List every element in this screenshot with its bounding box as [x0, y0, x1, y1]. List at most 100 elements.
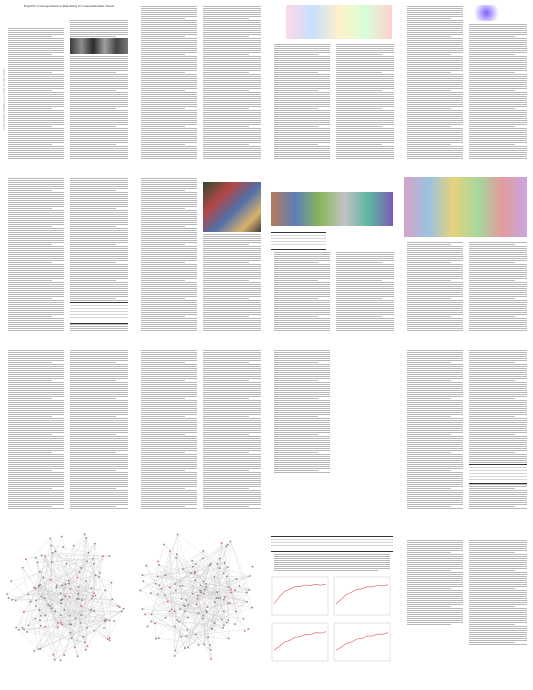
- text-line: [407, 120, 463, 121]
- text-line: [469, 300, 527, 301]
- text-line: [70, 224, 128, 225]
- text-line: [274, 452, 318, 453]
- text-line: [141, 134, 197, 135]
- text-line: [203, 498, 261, 499]
- text-line: [336, 110, 394, 111]
- text-line: [8, 54, 52, 55]
- text-line: [70, 418, 128, 419]
- text-line: [8, 410, 64, 411]
- text-line: [141, 152, 197, 153]
- text-line: [407, 100, 463, 101]
- text-line: [141, 420, 197, 421]
- feature-visualization-figure: [404, 177, 527, 237]
- text-line: [407, 110, 463, 111]
- text-line: [274, 318, 330, 319]
- text-line: [407, 556, 463, 557]
- graph-node: [235, 610, 238, 613]
- graph-edge: [154, 623, 157, 639]
- text-line: [469, 640, 527, 641]
- text-line: [469, 54, 515, 55]
- text-line: [141, 452, 185, 453]
- text-line: [141, 68, 197, 69]
- text-line: [8, 60, 64, 61]
- text-line: [469, 266, 527, 267]
- graph-node: [56, 622, 59, 624]
- text-line: [274, 444, 330, 445]
- graph-edge: [209, 565, 250, 577]
- text-line: [274, 310, 330, 311]
- text-line: [274, 126, 318, 127]
- text-line: [407, 596, 463, 597]
- text-line: [8, 366, 64, 367]
- graph-node: [118, 606, 121, 609]
- text-line: [203, 362, 249, 363]
- text-line: [407, 148, 463, 149]
- graph-node: [44, 625, 47, 628]
- text-line: [203, 352, 261, 353]
- text-line: [203, 148, 261, 149]
- text-line: [203, 120, 261, 121]
- text-line: [8, 384, 64, 385]
- text-line: [70, 28, 128, 29]
- text-line: [141, 26, 197, 27]
- text-line: [141, 330, 197, 331]
- text-line: [407, 20, 463, 21]
- text-line: [336, 82, 394, 83]
- text-line: [407, 552, 451, 553]
- text-line: [336, 116, 394, 117]
- text-line: [141, 230, 197, 231]
- text-line: [203, 502, 261, 503]
- text-line: [203, 152, 261, 153]
- graph-node: [15, 626, 18, 629]
- graph-node: [222, 598, 225, 601]
- text-line: [407, 132, 463, 133]
- text-line: [8, 480, 64, 481]
- text-line: [70, 434, 116, 435]
- text-line: [70, 126, 116, 127]
- text-line: [70, 468, 128, 469]
- text-line: [203, 500, 261, 501]
- text-line: [203, 364, 261, 365]
- text-line: [274, 134, 330, 135]
- text-line: [203, 394, 261, 395]
- graph-node: [191, 592, 194, 595]
- text-line: [407, 118, 463, 119]
- text-line: [141, 194, 197, 195]
- text-line: [70, 274, 128, 275]
- text-line: [407, 454, 463, 455]
- text-line: [203, 282, 261, 283]
- text-line: [8, 244, 52, 245]
- text-line: [407, 42, 463, 43]
- text-line: [141, 100, 197, 101]
- text-line: [8, 188, 64, 189]
- text-line: [8, 140, 64, 141]
- text-line: [407, 62, 463, 63]
- text-line: [274, 48, 330, 49]
- text-line: [274, 262, 318, 263]
- text-line: [141, 282, 197, 283]
- text-line: [141, 46, 197, 47]
- text-line: [274, 462, 330, 463]
- text-line: [203, 372, 261, 373]
- graph-node: [7, 597, 10, 599]
- text-line: [469, 364, 527, 365]
- text-line: [407, 554, 463, 555]
- text-line: [203, 246, 261, 247]
- graph-node: [34, 617, 37, 620]
- text-line: [141, 396, 197, 397]
- text-line: [141, 366, 197, 367]
- graph-node: [242, 617, 245, 620]
- graph-node: [169, 550, 171, 552]
- text-line: [469, 100, 527, 101]
- text-line: [141, 498, 197, 499]
- text-line: [141, 126, 185, 127]
- text-line: [469, 378, 527, 379]
- text-line: [274, 286, 330, 287]
- text-line: [141, 488, 185, 489]
- text-line: [203, 436, 261, 437]
- text-line: [469, 576, 527, 577]
- text-line: [274, 570, 378, 571]
- text-line: [70, 178, 128, 179]
- text-line: [141, 314, 197, 315]
- graph-node: [251, 565, 254, 568]
